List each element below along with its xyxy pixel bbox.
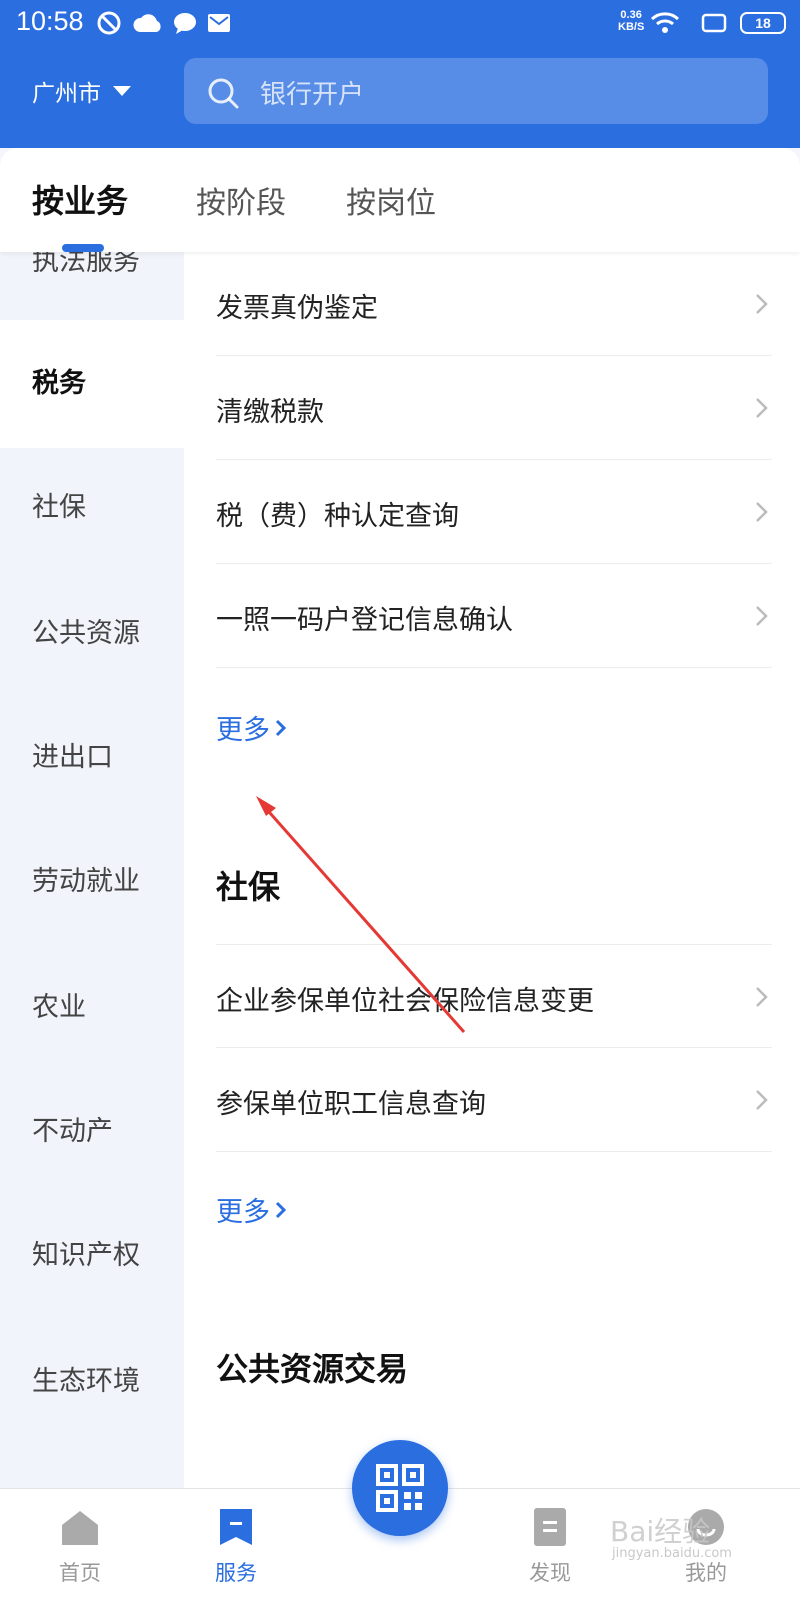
search-placeholder: 银行开户 [260, 80, 365, 110]
category-sidebar: 执法服务 税务 社保 公共资源 进出口 劳动就业 农业 不动产 知识产权 生态环… [0, 252, 184, 1488]
sidebar-item-import-export[interactable]: 进出口 [0, 694, 184, 822]
list-item-label: 清缴税款 [216, 397, 324, 428]
chevron-right-icon [275, 719, 287, 736]
list-item-label: 发票真伪鉴定 [216, 293, 378, 324]
status-time: 10:58 [16, 6, 84, 36]
watermark-url: jingyan.baidu.com [612, 1546, 732, 1561]
sidebar-item-real-estate[interactable]: 不动产 [0, 1068, 184, 1196]
city-selector[interactable]: 广州市 [32, 74, 131, 108]
chevron-right-icon [756, 606, 768, 626]
nav-service[interactable]: 服务 [186, 1505, 286, 1587]
sidebar-item-employment[interactable]: 劳动就业 [0, 818, 184, 946]
do-not-disturb-icon [97, 11, 121, 35]
search-icon [208, 78, 239, 109]
sidebar-item-social-security[interactable]: 社保 [0, 444, 184, 572]
nav-label: 服务 [215, 1561, 257, 1585]
tab-by-position[interactable]: 按岗位 [346, 178, 436, 222]
more-label: 更多 [216, 1197, 270, 1228]
qr-code-icon [376, 1464, 424, 1512]
list-item-label: 参保单位职工信息查询 [216, 1089, 486, 1120]
search-input[interactable]: 银行开户 [184, 58, 768, 124]
list-item-label: 一照一码户登记信息确认 [216, 605, 513, 636]
section-title-public-resources: 公共资源交易 [216, 1350, 409, 1388]
list-item[interactable]: 清缴税款 [216, 356, 772, 460]
speed-unit: KB/S [618, 21, 645, 33]
social-security-more-link[interactable]: 更多 [216, 1190, 288, 1229]
sidebar-item-tax[interactable]: 税务 [0, 320, 184, 448]
home-icon [62, 1511, 98, 1545]
list-item-label: 企业参保单位社会保险信息变更 [216, 986, 594, 1017]
nav-label: 首页 [59, 1561, 101, 1585]
battery-indicator: 18 [740, 12, 786, 34]
chevron-right-icon [756, 987, 768, 1007]
scan-qr-button[interactable] [352, 1440, 448, 1536]
tab-by-business[interactable]: 按业务 [32, 176, 128, 222]
chevron-down-icon [113, 86, 131, 96]
status-bar: 10:58 0.36 KB/S 18 [0, 0, 800, 46]
list-item[interactable]: 发票真伪鉴定 [216, 252, 772, 356]
chevron-right-icon [756, 1090, 768, 1110]
chevron-right-icon [756, 398, 768, 418]
nav-label: 发现 [529, 1561, 571, 1585]
mail-icon [208, 14, 230, 32]
document-icon [534, 1508, 566, 1546]
nav-discover[interactable]: 发现 [500, 1505, 600, 1587]
list-item-label: 税（费）种认定查询 [216, 501, 459, 532]
speed-value: 0.36 [620, 9, 642, 21]
tab-indicator [62, 244, 104, 252]
tab-by-stage[interactable]: 按阶段 [196, 178, 286, 222]
tax-more-link[interactable]: 更多 [216, 708, 288, 747]
screen-icon [701, 13, 727, 33]
list-item[interactable]: 税（费）种认定查询 [216, 460, 772, 564]
wifi-icon [650, 12, 680, 33]
cloud-icon [133, 14, 161, 32]
section-title-social-security: 社保 [216, 868, 281, 906]
list-item[interactable]: 参保单位职工信息查询 [216, 1048, 772, 1152]
chevron-right-icon [275, 1201, 287, 1218]
city-label: 广州市 [32, 81, 101, 107]
sidebar-item-law-service[interactable]: 执法服务 [0, 252, 184, 316]
chevron-right-icon [756, 294, 768, 314]
nav-label: 我的 [685, 1561, 727, 1585]
sidebar-item-public-resources[interactable]: 公共资源 [0, 570, 184, 698]
sidebar-item-agriculture[interactable]: 农业 [0, 944, 184, 1072]
nav-home[interactable]: 首页 [30, 1505, 130, 1587]
watermark: Bai经验 [610, 1515, 711, 1548]
list-item[interactable]: 企业参保单位社会保险信息变更 [216, 944, 772, 1048]
service-panel: 按业务 按阶段 按岗位 执法服务 税务 社保 公共资源 进出口 劳动就业 农业 … [0, 148, 800, 1488]
app-header: 10:58 0.36 KB/S 18 广州市 银行开户 [0, 0, 800, 148]
bookmark-icon [220, 1509, 252, 1545]
network-speed: 0.36 KB/S [618, 9, 644, 33]
sidebar-item-ip[interactable]: 知识产权 [0, 1192, 184, 1320]
sidebar-item-ecology[interactable]: 生态环境 [0, 1318, 184, 1446]
chat-icon [174, 13, 196, 34]
list-item[interactable]: 一照一码户登记信息确认 [216, 564, 772, 668]
service-list: 发票真伪鉴定 清缴税款 税（费）种认定查询 一照一码户登记信息确认 更多 社保 … [184, 249, 800, 1488]
category-tabs: 按业务 按阶段 按岗位 [0, 148, 800, 252]
more-label: 更多 [216, 715, 270, 746]
chevron-right-icon [756, 502, 768, 522]
